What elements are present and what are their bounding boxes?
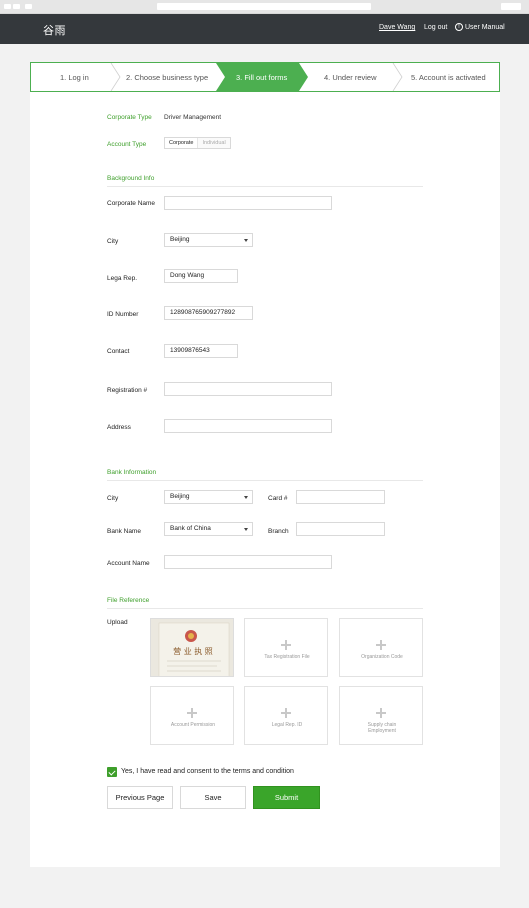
file-reference-heading: File Reference — [107, 597, 423, 609]
save-button[interactable]: Save — [180, 786, 246, 809]
card-number-label: Card # — [268, 495, 288, 502]
app-header: 谷雨 Dave Wang Log out ! User Manual — [0, 14, 529, 44]
account-name-input[interactable] — [164, 555, 332, 569]
upload-account-permission[interactable]: Account Permission — [150, 686, 234, 745]
registration-input[interactable] — [164, 382, 332, 396]
consent-text: Yes, I have read and consent to the term… — [121, 768, 294, 775]
contact-label: Contact — [107, 348, 130, 355]
window-button[interactable] — [25, 4, 32, 9]
plus-icon — [281, 640, 291, 650]
account-type-toggle: Corporate Individual — [164, 137, 231, 149]
upload-caption: Employment — [368, 728, 396, 734]
address-bar[interactable] — [157, 3, 371, 10]
corporate-type-label: Corporate Type — [107, 114, 152, 121]
branch-label: Branch — [268, 528, 289, 535]
upload-caption: Legal Rep. ID — [271, 722, 303, 728]
corporate-name-label: Corporate Name — [107, 200, 156, 207]
previous-page-button[interactable]: Previous Page — [107, 786, 173, 809]
corporate-name-input[interactable] — [164, 196, 332, 210]
plus-icon — [281, 708, 291, 718]
step-choose-business: 2. Choose business type — [126, 73, 209, 82]
plus-icon — [376, 708, 386, 718]
bank-city-label: City — [107, 495, 119, 502]
plus-icon — [187, 708, 197, 718]
upload-tax-registration[interactable]: Tax Registration File — [244, 618, 328, 677]
background-info-heading: Background Info — [107, 175, 423, 187]
window-button[interactable] — [13, 4, 20, 9]
help-icon[interactable]: ! — [455, 23, 463, 31]
upload-label: Upload — [107, 619, 128, 626]
browser-menu[interactable] — [501, 3, 521, 10]
account-type-individual[interactable]: Individual — [198, 138, 230, 148]
address-label: Address — [107, 424, 131, 431]
card-number-input[interactable] — [296, 490, 385, 504]
logout-link[interactable]: Log out — [424, 24, 447, 31]
bank-city-select-value: Beijing — [170, 493, 190, 500]
account-name-label: Account Name — [107, 560, 150, 567]
bank-name-select-value: Bank of China — [170, 525, 211, 532]
upload-caption: Account Permission — [170, 722, 216, 728]
step-fill-forms: 3. Fill out forms — [236, 73, 288, 82]
window-button[interactable] — [4, 4, 11, 9]
legal-rep-input[interactable]: Dong Wang — [164, 269, 238, 283]
corporate-type-value: Driver Management — [164, 114, 222, 121]
user-name-link[interactable]: Dave Wang — [379, 24, 415, 31]
bank-name-label: Bank Name — [107, 528, 141, 535]
account-type-corporate[interactable]: Corporate — [165, 138, 199, 148]
logo: 谷雨 — [43, 25, 66, 37]
upload-supply-chain-employment[interactable]: Supply chain Employment — [339, 686, 423, 745]
bank-city-select[interactable]: Beijing — [164, 490, 253, 504]
license-title: 营 业 执 照 — [173, 646, 213, 656]
step-login: 1. Log in — [60, 73, 89, 82]
chevron-down-icon — [244, 496, 248, 499]
submit-button[interactable]: Submit — [253, 786, 320, 809]
progress-stepper: 1. Log in 2. Choose business type 3. Fil… — [30, 62, 500, 92]
legal-rep-label: Lega Rep. — [107, 275, 137, 282]
contact-input[interactable]: 13909876543 — [164, 344, 238, 358]
city-select[interactable]: Beijing — [164, 233, 253, 247]
registration-label: Registration # — [107, 387, 148, 394]
upload-organization-code[interactable]: Organization Code — [339, 618, 423, 677]
business-license-thumbnail[interactable]: 营 业 执 照 — [150, 618, 234, 677]
address-input[interactable] — [164, 419, 332, 433]
step-divider — [110, 63, 121, 91]
id-number-input[interactable]: 128908765909277892 — [164, 306, 253, 320]
step-under-review: 4. Under review — [324, 73, 377, 82]
license-image: 营 业 执 照 — [151, 619, 233, 676]
step-account-activated: 5. Account is activated — [411, 73, 486, 82]
city-label: City — [107, 238, 119, 245]
upload-caption: Tax Registration File — [264, 654, 310, 660]
chevron-down-icon — [244, 528, 248, 531]
step-divider — [392, 63, 403, 91]
account-type-label: Account Type — [107, 141, 147, 148]
upload-caption: Organization Code — [361, 654, 403, 660]
id-number-label: ID Number — [107, 311, 139, 318]
upload-legal-rep-id[interactable]: Legal Rep. ID — [244, 686, 328, 745]
browser-chrome — [0, 0, 529, 14]
city-select-value: Beijing — [170, 236, 190, 243]
user-manual-link[interactable]: User Manual — [465, 24, 505, 31]
bank-name-select[interactable]: Bank of China — [164, 522, 253, 536]
bank-info-heading: Bank Information — [107, 469, 423, 481]
consent-checkbox[interactable] — [107, 767, 117, 777]
chevron-down-icon — [244, 239, 248, 242]
plus-icon — [376, 640, 386, 650]
branch-input[interactable] — [296, 522, 385, 536]
